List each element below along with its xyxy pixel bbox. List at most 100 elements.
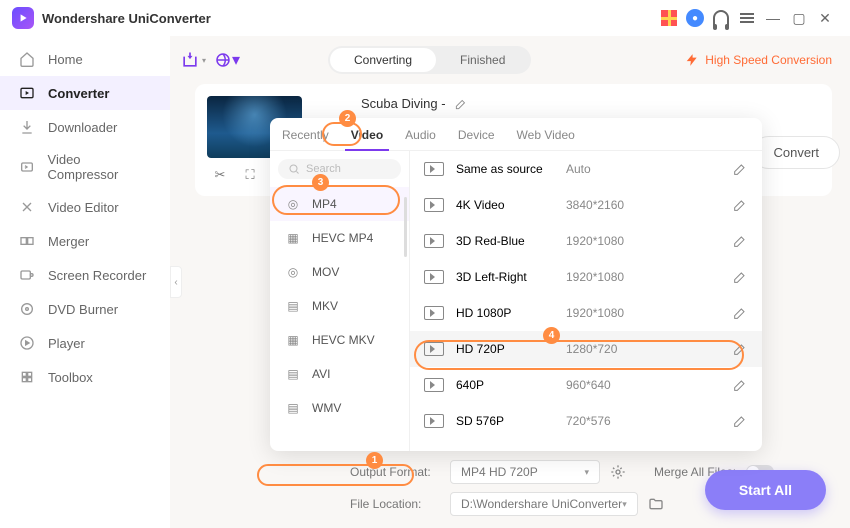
sidebar-item-toolbox[interactable]: Toolbox bbox=[0, 360, 170, 394]
edit-preset-icon[interactable] bbox=[732, 197, 748, 213]
sidebar-item-dvd[interactable]: DVD Burner bbox=[0, 292, 170, 326]
add-url-button[interactable]: ▾ bbox=[214, 47, 240, 73]
sidebar-item-compressor[interactable]: Video Compressor bbox=[0, 144, 170, 190]
format-item-mkv[interactable]: ▤MKV bbox=[270, 289, 409, 323]
video-icon bbox=[424, 378, 444, 392]
preset-name: 640P bbox=[456, 378, 566, 392]
format-item-wmv[interactable]: ▤WMV bbox=[270, 391, 409, 425]
maximize-button[interactable]: ▢ bbox=[786, 5, 812, 31]
preset-item[interactable]: 4K Video3840*2160 bbox=[410, 187, 762, 223]
file-location-dropdown[interactable]: D:\Wondershare UniConverter▾ bbox=[450, 492, 638, 516]
high-speed-label: High Speed Conversion bbox=[705, 53, 832, 67]
gear-icon[interactable] bbox=[610, 464, 626, 480]
edit-name-icon[interactable] bbox=[454, 97, 468, 111]
headset-icon[interactable] bbox=[708, 5, 734, 31]
preset-resolution: 3840*2160 bbox=[566, 198, 732, 212]
preset-item[interactable]: HD 1080P1920*1080 bbox=[410, 295, 762, 331]
file-location-value: D:\Wondershare UniConverter bbox=[461, 497, 622, 511]
start-all-button[interactable]: Start All bbox=[705, 470, 826, 510]
preset-item[interactable]: 640P960*640 bbox=[410, 367, 762, 403]
close-button[interactable]: ✕ bbox=[812, 5, 838, 31]
preset-name: 3D Left-Right bbox=[456, 270, 566, 284]
edit-preset-icon[interactable] bbox=[732, 305, 748, 321]
hevc-icon: ▦ bbox=[284, 230, 302, 246]
trim-icon[interactable]: ✂ bbox=[211, 166, 229, 184]
format-popup: Recently Video Audio Device Web Video Se… bbox=[270, 118, 762, 451]
preset-column: Same as sourceAuto4K Video3840*21603D Re… bbox=[410, 151, 762, 451]
preset-item[interactable]: 3D Red-Blue1920*1080 bbox=[410, 223, 762, 259]
sidebar-item-converter[interactable]: Converter bbox=[0, 76, 170, 110]
format-item-mp4[interactable]: ◎ MP4 bbox=[270, 187, 409, 221]
video-icon bbox=[424, 234, 444, 248]
video-icon bbox=[424, 198, 444, 212]
crop-icon[interactable]: ⛶ bbox=[241, 166, 259, 184]
edit-preset-icon[interactable] bbox=[732, 341, 748, 357]
video-icon bbox=[424, 342, 444, 356]
sidebar-item-label: Home bbox=[48, 52, 83, 67]
sidebar-item-downloader[interactable]: Downloader bbox=[0, 110, 170, 144]
sidebar-item-label: Converter bbox=[48, 86, 109, 101]
sidebar-item-recorder[interactable]: Screen Recorder bbox=[0, 258, 170, 292]
edit-preset-icon[interactable] bbox=[732, 269, 748, 285]
format-label: MP4 bbox=[312, 197, 337, 211]
sidebar-item-label: Downloader bbox=[48, 120, 117, 135]
gift-icon[interactable] bbox=[656, 5, 682, 31]
edit-preset-icon[interactable] bbox=[732, 413, 748, 429]
file-location-label: File Location: bbox=[350, 497, 440, 511]
sidebar-item-label: Merger bbox=[48, 234, 89, 249]
popup-tab-video[interactable]: Video bbox=[351, 128, 383, 150]
annotation-badge-4: 4 bbox=[543, 327, 560, 344]
merger-icon bbox=[18, 232, 36, 250]
edit-preset-icon[interactable] bbox=[732, 377, 748, 393]
sidebar-item-editor[interactable]: Video Editor bbox=[0, 190, 170, 224]
format-label: MKV bbox=[312, 299, 338, 313]
format-search-input[interactable]: Search bbox=[278, 159, 401, 179]
format-label: MOV bbox=[312, 265, 339, 279]
top-row: ▾ ▾ Converting Finished High Speed Conve… bbox=[180, 46, 832, 74]
format-label: WMV bbox=[312, 401, 341, 415]
format-item-hevc-mkv[interactable]: ▦HEVC MKV bbox=[270, 323, 409, 357]
disc-icon: ◎ bbox=[284, 264, 302, 280]
preset-resolution: 1920*1080 bbox=[566, 234, 732, 248]
sidebar-item-player[interactable]: Player bbox=[0, 326, 170, 360]
minimize-button[interactable]: — bbox=[760, 5, 786, 31]
film-icon: ▤ bbox=[284, 366, 302, 382]
preset-name: Same as source bbox=[456, 162, 566, 176]
compress-icon bbox=[18, 158, 36, 176]
preset-item[interactable]: SD 576P720*576 bbox=[410, 403, 762, 439]
search-placeholder: Search bbox=[306, 163, 341, 175]
preset-item[interactable]: 3D Left-Right1920*1080 bbox=[410, 259, 762, 295]
add-file-button[interactable]: ▾ bbox=[180, 47, 206, 73]
format-item-avi[interactable]: ▤AVI bbox=[270, 357, 409, 391]
output-format-dropdown[interactable]: MP4 HD 720P▾ bbox=[450, 460, 600, 484]
tab-finished[interactable]: Finished bbox=[436, 48, 529, 72]
format-item-hevc-mp4[interactable]: ▦HEVC MP4 bbox=[270, 221, 409, 255]
folder-icon[interactable] bbox=[648, 496, 664, 512]
sidebar-item-merger[interactable]: Merger bbox=[0, 224, 170, 258]
popup-tab-web-video[interactable]: Web Video bbox=[517, 128, 575, 150]
high-speed-button[interactable]: High Speed Conversion bbox=[685, 53, 832, 67]
sidebar-collapse-button[interactable]: ‹ bbox=[170, 266, 182, 298]
preset-item[interactable]: Same as sourceAuto bbox=[410, 151, 762, 187]
avatar-icon[interactable]: ● bbox=[682, 5, 708, 31]
popup-tab-device[interactable]: Device bbox=[458, 128, 495, 150]
menu-icon[interactable] bbox=[734, 5, 760, 31]
disc-icon: ◎ bbox=[284, 196, 302, 212]
sidebar-item-label: DVD Burner bbox=[48, 302, 118, 317]
scrollbar[interactable] bbox=[404, 197, 407, 257]
edit-preset-icon[interactable] bbox=[732, 161, 748, 177]
popup-tab-audio[interactable]: Audio bbox=[405, 128, 436, 150]
format-item-mov[interactable]: ◎ MOV bbox=[270, 255, 409, 289]
edit-preset-icon[interactable] bbox=[732, 233, 748, 249]
preset-item[interactable]: HD 720P1280*720 bbox=[410, 331, 762, 367]
convert-button[interactable]: Convert bbox=[752, 136, 840, 169]
home-icon bbox=[18, 50, 36, 68]
tab-converting[interactable]: Converting bbox=[330, 48, 436, 72]
toolbox-icon bbox=[18, 368, 36, 386]
annotation-badge-2: 2 bbox=[339, 110, 356, 127]
video-icon bbox=[424, 270, 444, 284]
popup-tab-recently[interactable]: Recently bbox=[282, 128, 329, 150]
preset-name: HD 1080P bbox=[456, 306, 566, 320]
sidebar-item-label: Toolbox bbox=[48, 370, 93, 385]
sidebar-item-home[interactable]: Home bbox=[0, 42, 170, 76]
